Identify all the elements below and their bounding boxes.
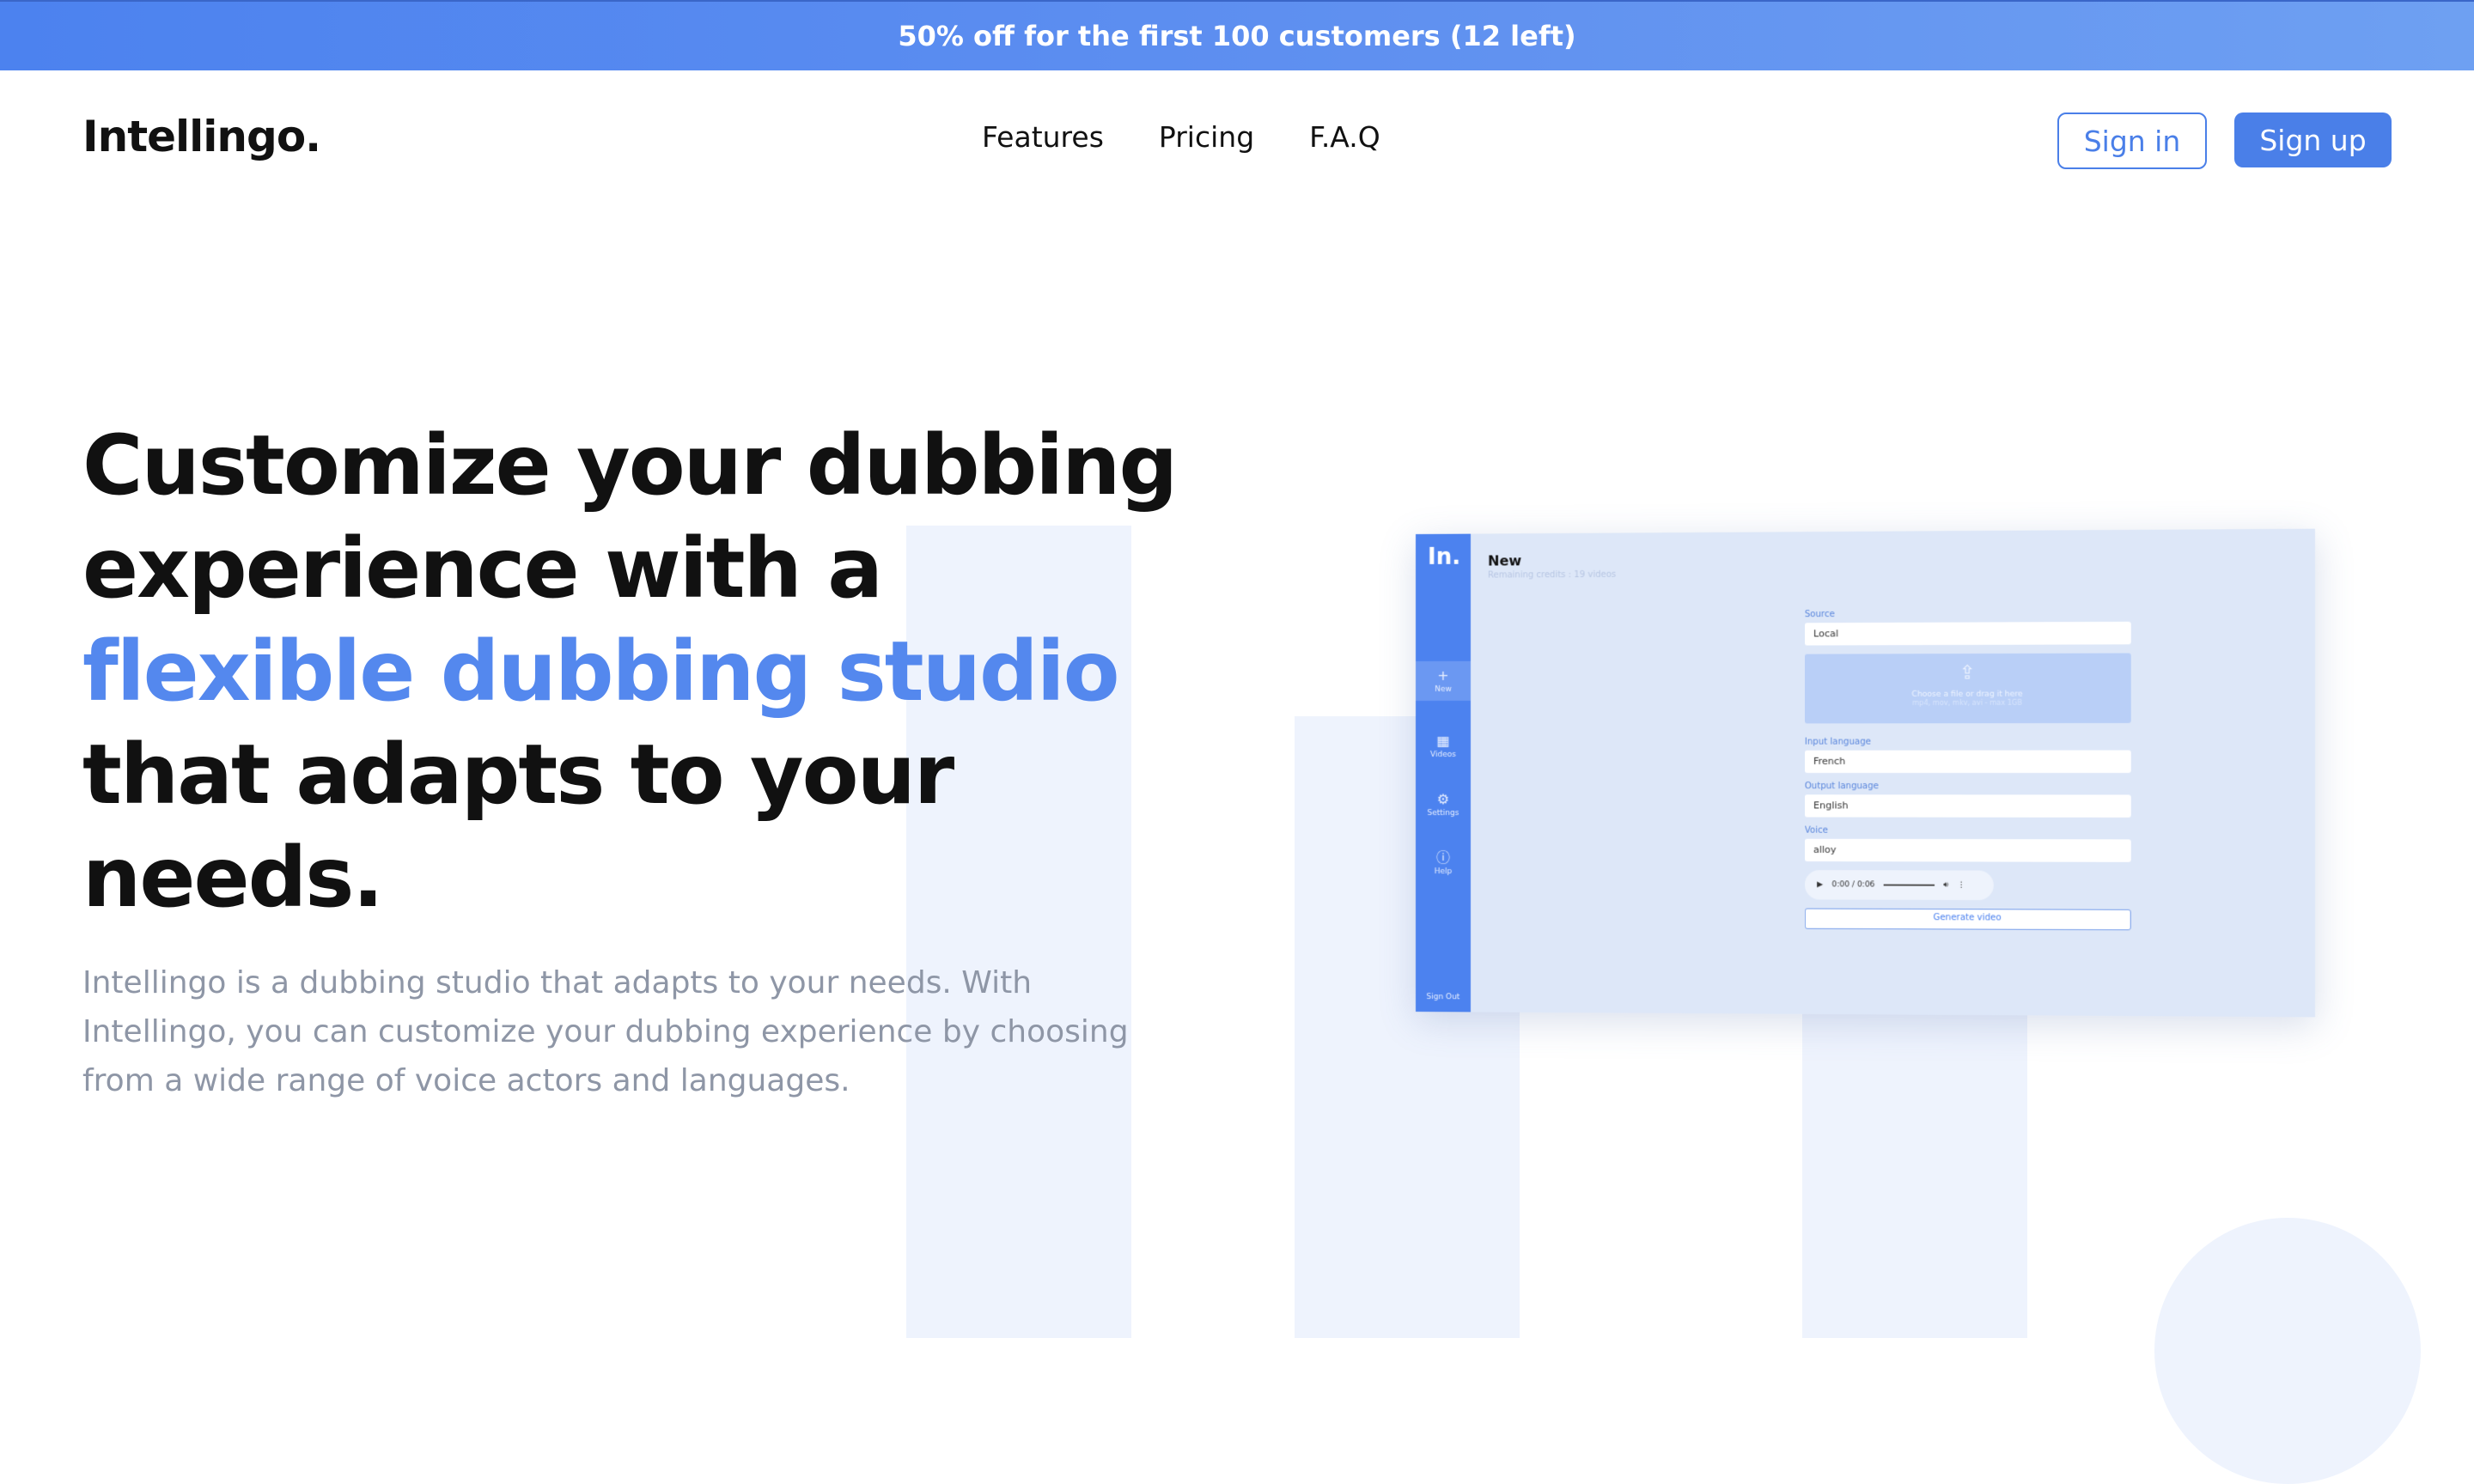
- mock-page-title: New: [1488, 552, 1522, 569]
- decor-circle: [2154, 1218, 2421, 1484]
- nav-features[interactable]: Features: [982, 120, 1104, 154]
- mock-voice-label: Voice: [1804, 825, 1828, 836]
- mock-nav-videos: ▦ Videos: [1416, 733, 1471, 759]
- mock-credits: Remaining credits : 19 videos: [1488, 569, 1617, 581]
- info-icon: ⓘ: [1435, 849, 1450, 867]
- mock-logo: In.: [1427, 544, 1461, 570]
- mock-main-panel: New Remaining credits : 19 videos Source…: [1471, 528, 2315, 1018]
- mock-audio-time: 0:00 / 0:06: [1831, 880, 1875, 890]
- mock-source-select: Local: [1804, 621, 2131, 646]
- hero-heading: Customize your dubbing experience with a…: [82, 414, 1234, 929]
- mock-nav-label: Help: [1434, 867, 1453, 877]
- mock-drop-hint: mp4, mov, mkv, avi - max 1GB: [1912, 698, 2022, 708]
- mock-input-language-label: Input language: [1804, 737, 1871, 747]
- main-nav: Features Pricing F.A.Q: [982, 120, 1380, 154]
- mock-audio-player: ▶ 0:00 / 0:06 🔊︎ ⋮: [1804, 870, 1994, 901]
- mock-nav-label: Videos: [1430, 750, 1456, 759]
- gear-icon: ⚙: [1436, 791, 1450, 808]
- mock-sign-out: Sign Out: [1426, 993, 1460, 1002]
- mock-nav-new: + New: [1416, 660, 1472, 701]
- mock-drop-text: Choose a file or drag it here: [1911, 690, 2023, 699]
- promo-text: 50% off for the first 100 customers (12 …: [898, 20, 1576, 52]
- mock-output-language-label: Output language: [1804, 782, 1880, 792]
- mock-nav-label: Settings: [1427, 809, 1459, 818]
- more-options-icon: ⋮: [1957, 880, 1965, 890]
- nav-faq[interactable]: F.A.Q: [1309, 120, 1380, 154]
- volume-icon: 🔊︎: [1943, 880, 1949, 890]
- mock-source-label: Source: [1804, 609, 1835, 620]
- mock-form: Source Local ⇪ Choose a file or drag it …: [1804, 609, 2131, 931]
- upload-icon: ⇪: [1959, 662, 1976, 684]
- mock-generate-button: Generate video: [1804, 908, 2131, 931]
- mock-dropzone: ⇪ Choose a file or drag it here mp4, mov…: [1804, 653, 2131, 724]
- app-screenshot: In. + New ▦ Videos ⚙ Settings ⓘ Help Sig…: [1416, 528, 2315, 1018]
- mock-input-language-select: French: [1804, 750, 2131, 773]
- hero-description: Intellingo is a dubbing studio that adap…: [82, 965, 1129, 1098]
- mock-audio-progress: [1883, 884, 1935, 886]
- mock-nav-label: New: [1435, 684, 1452, 694]
- hero-heading-line2: that adapts to your needs.: [82, 727, 954, 926]
- plus-icon: +: [1437, 666, 1449, 684]
- mock-output-language-select: English: [1804, 794, 2131, 818]
- hero-heading-line1: Customize your dubbing experience with a: [82, 417, 1178, 617]
- hero-heading-accent: flexible dubbing studio: [82, 623, 1120, 720]
- mock-nav-settings: ⚙ Settings: [1416, 791, 1471, 818]
- sign-up-button[interactable]: Sign up: [2234, 113, 2392, 167]
- sign-in-button[interactable]: Sign in: [2057, 113, 2207, 169]
- nav-pricing[interactable]: Pricing: [1159, 120, 1254, 154]
- mock-voice-select: alloy: [1804, 838, 2131, 862]
- promo-banner: 50% off for the first 100 customers (12 …: [0, 0, 2474, 70]
- film-icon: ▦: [1436, 732, 1450, 749]
- mock-nav-help: ⓘ Help: [1416, 849, 1471, 877]
- site-logo[interactable]: Intellingo.: [82, 112, 321, 161]
- play-icon: ▶: [1817, 880, 1824, 890]
- mock-sidebar: In. + New ▦ Videos ⚙ Settings ⓘ Help Sig…: [1416, 533, 1472, 1013]
